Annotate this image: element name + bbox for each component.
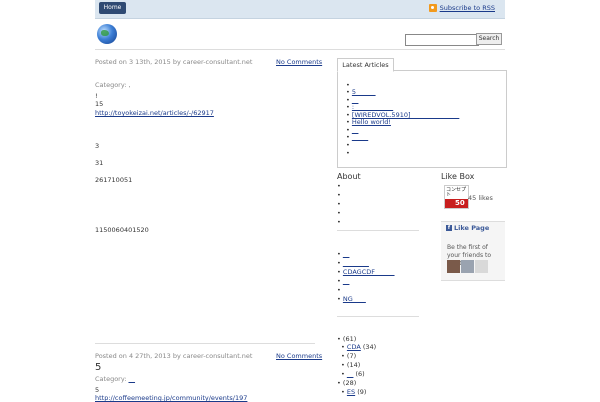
about-item[interactable]: • xyxy=(337,209,341,217)
site-logo-globe-icon[interactable] xyxy=(97,24,117,44)
archive-item[interactable]: • (61) xyxy=(337,335,356,343)
link-item[interactable]: • __ xyxy=(337,250,349,258)
archive-item[interactable]: • ES (9) xyxy=(341,388,366,396)
link-item[interactable]: • ________ xyxy=(337,259,369,267)
like-page-button[interactable]: f Like Page xyxy=(446,224,489,232)
archive-item[interactable]: • (14) xyxy=(341,361,360,369)
post-title[interactable]: 5 xyxy=(95,362,101,373)
latest-item[interactable]: • xyxy=(346,141,350,149)
rss-subscribe-link[interactable]: Subscribe to RSS xyxy=(428,4,495,12)
link-item[interactable]: • NG____ xyxy=(337,295,366,303)
link-item[interactable]: • xyxy=(337,286,341,294)
comments-link[interactable]: No Comments xyxy=(276,352,322,360)
post-divider xyxy=(95,343,315,344)
about-item[interactable]: • xyxy=(337,218,341,226)
post-meta: Posted on 4 27th, 2013 by career-consult… xyxy=(95,352,253,360)
comments-link[interactable]: No Comments xyxy=(276,58,322,66)
post-text-line: 1150060401520 xyxy=(95,226,149,234)
page-avatar[interactable]: コンセプト 50 xyxy=(444,185,469,209)
page-avatar-cover-text: コンセプト xyxy=(446,187,467,198)
link-item[interactable]: • CDAGCDF______ xyxy=(337,268,395,276)
header-divider xyxy=(95,49,505,50)
likebox-title: Like Box xyxy=(441,172,475,181)
latest-item[interactable]: • 5______ xyxy=(346,88,376,96)
about-item[interactable]: • xyxy=(337,191,341,199)
archive-item[interactable]: • (28) xyxy=(337,379,356,387)
rss-icon xyxy=(428,4,437,12)
latest-item[interactable]: • _____ xyxy=(346,133,368,141)
tab-latest-articles[interactable]: Latest Articles xyxy=(337,58,394,72)
post-event-link[interactable]: http://coffeemeeting.jp/community/events… xyxy=(95,394,247,402)
post-category: Category: , xyxy=(95,81,131,89)
archive-item[interactable]: • CDA (34) xyxy=(341,343,376,351)
post-meta: Posted on 3 13th, 2015 by career-consult… xyxy=(95,58,253,66)
facebook-icon: f xyxy=(446,225,452,231)
latest-item[interactable]: • xyxy=(346,149,350,157)
search-button[interactable]: Search xyxy=(476,33,502,45)
archive-item[interactable]: • __ (6) xyxy=(341,370,365,378)
post-text-line: 261710051 xyxy=(95,176,133,184)
post-text-line: 31 xyxy=(95,159,104,167)
sidebar-divider xyxy=(337,230,419,231)
search-input[interactable] xyxy=(405,34,479,46)
friend-avatar[interactable] xyxy=(447,260,460,273)
home-button[interactable]: Home xyxy=(99,2,126,14)
about-item[interactable]: • xyxy=(337,200,341,208)
about-item[interactable]: • xyxy=(337,182,341,190)
likes-count: 45 likes xyxy=(468,194,493,202)
category-link[interactable]: __ xyxy=(129,375,136,383)
latest-item[interactable]: • :____________ xyxy=(346,103,393,111)
sidebar-divider xyxy=(337,316,419,317)
post-text-line: ! xyxy=(95,92,98,100)
rss-label[interactable]: Subscribe to RSS xyxy=(440,4,495,12)
latest-item[interactable]: • Hello world! xyxy=(346,118,391,126)
friend-avatar[interactable] xyxy=(461,260,474,273)
friend-avatar[interactable] xyxy=(475,260,488,273)
archive-item[interactable]: • (7) xyxy=(341,352,356,360)
link-item[interactable]: • __ xyxy=(337,277,349,285)
category-label: Category: xyxy=(95,375,127,383)
post-text-line: 3 xyxy=(95,142,100,150)
post-text-line: 5 xyxy=(95,386,100,394)
post-text-line: 15 xyxy=(95,100,104,108)
top-nav-bar: Home Subscribe to RSS xyxy=(95,0,505,19)
post-category: Category: __ xyxy=(95,375,135,383)
post-article-link[interactable]: http://toyokeizai.net/articles/-/62917 xyxy=(95,109,214,117)
about-title: About xyxy=(337,172,361,181)
page-avatar-cover-number: 50 xyxy=(455,199,465,207)
